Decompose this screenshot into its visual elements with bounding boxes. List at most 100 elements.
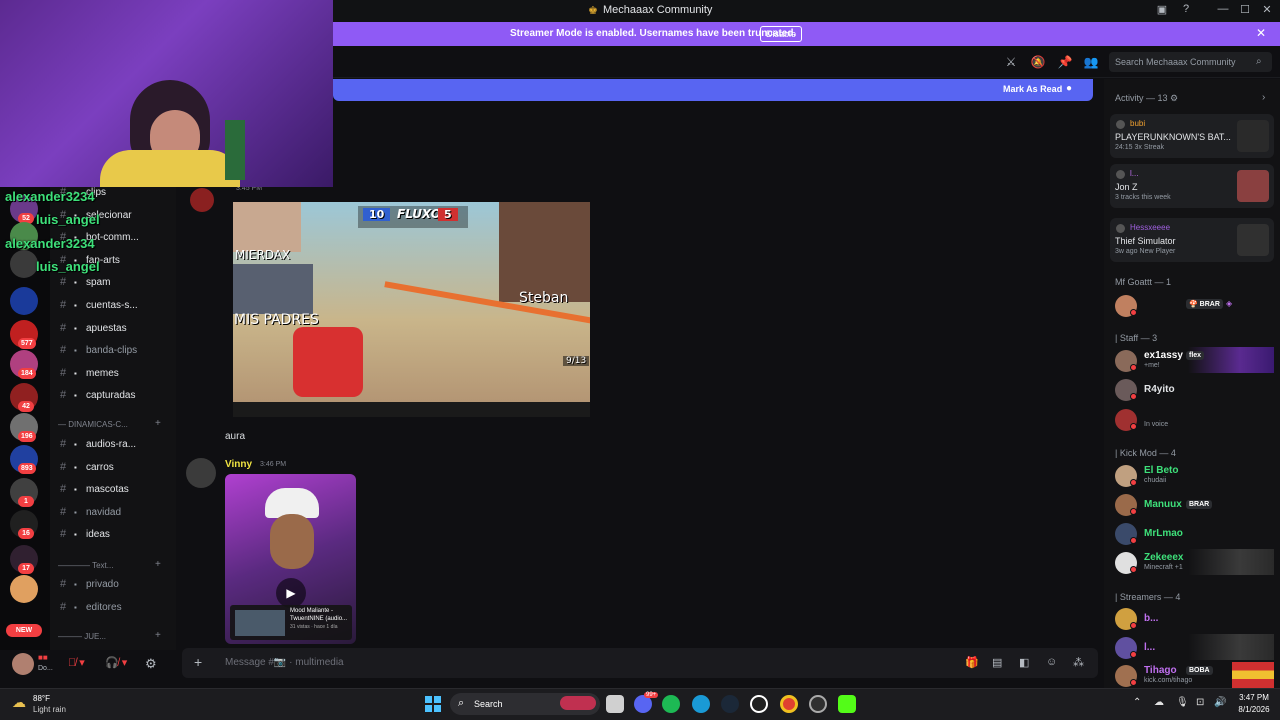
gear-icon[interactable]: ⚙ — [145, 656, 157, 672]
sticker-icon[interactable]: ◧ — [1019, 656, 1029, 669]
file-explorer-icon[interactable] — [606, 695, 624, 713]
banner-close-icon[interactable]: ✕ — [1256, 26, 1266, 40]
spotify-icon[interactable] — [662, 695, 680, 713]
channel-emoji-icon: ▪ — [74, 278, 77, 288]
steam-icon[interactable] — [721, 695, 739, 713]
channel-emoji-icon: ▪ — [74, 323, 77, 333]
windows-start-icon[interactable] — [425, 696, 441, 712]
edge-icon[interactable] — [692, 695, 710, 713]
disable-streamer-mode-button[interactable]: Disable — [760, 26, 802, 42]
member-name[interactable]: El Beto — [1144, 465, 1178, 476]
server-icon[interactable] — [10, 250, 38, 278]
clock-date[interactable]: 8/1/2026 — [1234, 705, 1274, 714]
mark-as-read-button[interactable]: Mark As Read — [1003, 84, 1062, 94]
obs-icon[interactable] — [750, 695, 768, 713]
play-icon[interactable]: ▶ — [276, 578, 306, 608]
new-messages-bar[interactable] — [333, 79, 1093, 101]
streamer-shirt — [100, 150, 240, 187]
close-window-button[interactable]: ✕ — [1259, 3, 1275, 19]
gif-icon[interactable]: ▤ — [992, 656, 1002, 669]
member-name[interactable]: MrLmao — [1144, 528, 1183, 539]
channel-emoji-icon: ▪ — [74, 440, 77, 449]
unread-badge: 16 — [18, 528, 34, 539]
add-attachment-icon[interactable]: + — [194, 654, 202, 670]
message-author[interactable]: Vinny — [225, 459, 252, 470]
channel-item[interactable]: # ▪ editores — [60, 601, 122, 613]
search-input[interactable]: Search Mechaaax Community — [1109, 52, 1272, 72]
channel-emoji-icon: ▪ — [74, 580, 77, 589]
user-name-icon: ■■ — [38, 653, 48, 662]
server-icon[interactable] — [10, 287, 38, 315]
channel-item[interactable]: # ▪ cuentas-s... — [60, 299, 138, 311]
channel-item[interactable]: # ▪ carros — [60, 461, 114, 473]
search-icon: ⌕ — [458, 697, 465, 709]
avatar[interactable] — [12, 653, 34, 675]
weather-temp[interactable]: 88°F — [33, 694, 50, 703]
new-badge[interactable]: NEW — [6, 624, 42, 637]
notification-muted-icon[interactable]: 🔕 — [1030, 55, 1046, 71]
member-name[interactable]: Manuux — [1144, 499, 1182, 510]
add-channel-icon[interactable]: + — [155, 630, 161, 641]
member-name[interactable]: b... — [1144, 613, 1158, 624]
channel-item[interactable]: # ▪ privado — [60, 578, 119, 590]
microphone-icon[interactable]: 🎙 — [1176, 697, 1189, 708]
channel-emoji-icon: ▪ — [74, 462, 77, 472]
maximize-button[interactable]: ☐ — [1237, 3, 1253, 19]
channel-item[interactable]: # ▪ audios-ra... — [60, 438, 136, 450]
facecam-right — [499, 202, 590, 302]
channel-item[interactable]: # ▪ memes — [60, 367, 119, 379]
weather-cloud-icon[interactable]: ☁ — [12, 694, 26, 711]
threads-icon[interactable]: ⚔ — [1003, 55, 1019, 71]
pin-icon[interactable]: 📌 — [1057, 55, 1073, 71]
category-jue[interactable]: ——— JUE... — [58, 632, 106, 641]
emoji-icon[interactable]: ☺ — [1046, 656, 1057, 668]
message-input[interactable]: Message #📷 · multimedia — [225, 657, 344, 668]
member-status: Minecraft +1 — [1144, 564, 1183, 571]
channel-item[interactable]: # ▪ ideas — [60, 528, 110, 540]
member-list-icon[interactable]: 👥 — [1083, 55, 1099, 71]
category-dinamicas[interactable]: — DINAMICAS-C... — [58, 420, 128, 429]
webcam-overlay — [0, 0, 333, 187]
video-card-meta: 31 vistas · hace 1 día — [290, 624, 338, 630]
volume-icon[interactable]: 🔊 — [1214, 697, 1226, 708]
channel-item[interactable]: # ▪ navidad — [60, 506, 121, 518]
app-icon[interactable] — [809, 695, 827, 713]
gift-icon[interactable]: 🎁 — [965, 656, 979, 669]
channel-item[interactable]: # ▪ capturadas — [60, 389, 135, 401]
channel-item[interactable]: # ▪ mascotas — [60, 483, 129, 495]
add-channel-icon[interactable]: + — [155, 418, 161, 429]
apps-icon[interactable]: ⁂ — [1073, 656, 1084, 669]
weather-desc[interactable]: Light rain — [33, 705, 66, 714]
inbox-icon[interactable]: ▣ — [1154, 3, 1170, 19]
member-name[interactable]: R4yito — [1144, 384, 1175, 395]
gear-icon[interactable]: ⚙ — [1170, 93, 1178, 103]
member-tag: BRAR — [1186, 500, 1213, 509]
member-name[interactable]: ex1assy — [1144, 350, 1183, 361]
chrome-icon[interactable] — [780, 695, 798, 713]
channel-item[interactable]: # ▪ banda-clips — [60, 344, 137, 356]
game-screenshot-image[interactable]: 10 FLUXO 5 MIERDAX Steban MIS PADRES 9/1… — [233, 202, 590, 417]
mic-muted-icon[interactable]: 🎙̸ ▾ — [68, 656, 85, 669]
chevron-up-icon[interactable]: ⌃ — [1133, 697, 1141, 708]
network-icon[interactable]: ⊡ — [1196, 697, 1204, 708]
member-name[interactable]: Zekeeex — [1144, 552, 1183, 563]
channel-item[interactable]: # ▪ apuestas — [60, 322, 127, 334]
video-card-thumb — [235, 610, 285, 636]
help-icon[interactable]: ? — [1178, 3, 1194, 19]
kick-icon[interactable] — [838, 695, 856, 713]
avatar[interactable] — [190, 188, 214, 212]
server-icon[interactable] — [10, 575, 38, 603]
deafened-icon[interactable]: 🎧̸ ▾ — [105, 656, 127, 669]
member-name[interactable]: Tihago — [1144, 665, 1177, 676]
clock-time[interactable]: 3:47 PM — [1236, 693, 1272, 702]
channel-emoji-icon: ▪ — [74, 346, 77, 356]
avatar[interactable] — [186, 458, 216, 488]
channel-label: mascotas — [86, 484, 129, 496]
member-name[interactable]: l... — [1144, 642, 1155, 653]
channel-item[interactable]: # ▪ spam — [60, 276, 110, 288]
category-text[interactable]: ———— Text... — [58, 561, 113, 570]
chevron-right-icon[interactable]: › — [1262, 92, 1265, 103]
add-channel-icon[interactable]: + — [155, 559, 161, 570]
cloud-icon[interactable]: ☁ — [1154, 697, 1164, 708]
minimize-button[interactable]: — — [1215, 3, 1231, 19]
